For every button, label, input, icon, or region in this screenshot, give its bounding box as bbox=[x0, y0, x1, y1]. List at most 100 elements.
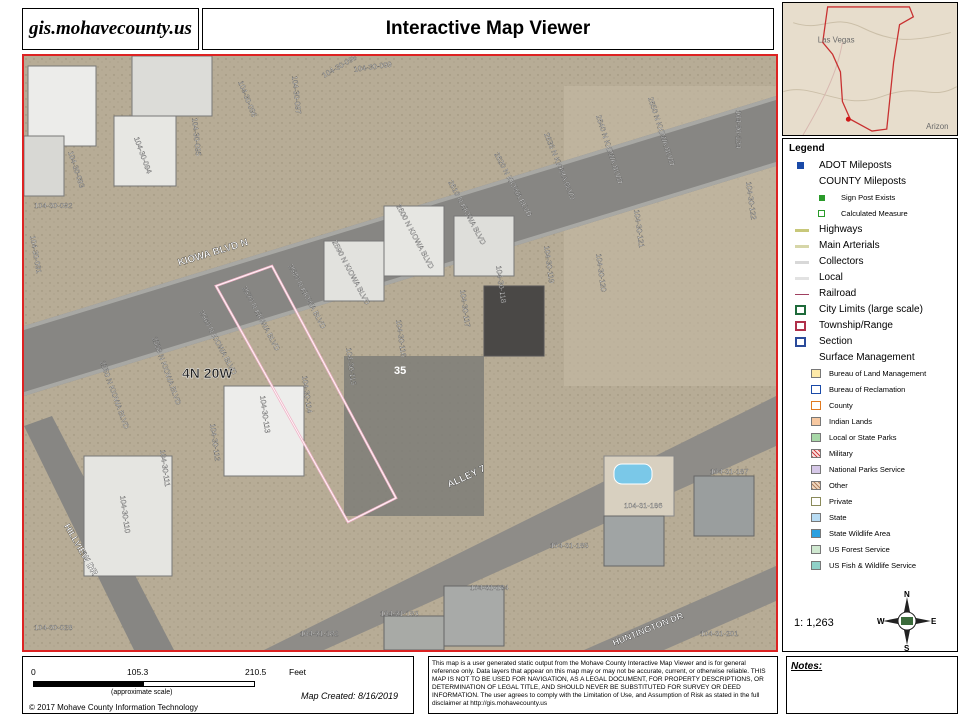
legend-items: ADOT Mileposts COUNTY Mileposts Sign Post … bbox=[789, 158, 951, 366]
legend-surface-item: Indian Lands bbox=[789, 414, 951, 430]
legend-surface-label: County bbox=[829, 401, 853, 410]
legend-item-label: Calculated Measure bbox=[841, 209, 908, 218]
boundary-swatch-icon bbox=[795, 305, 806, 315]
legend-surface-label: National Parks Service bbox=[829, 465, 905, 474]
surface-swatch-icon bbox=[811, 401, 821, 410]
legend-surface-item: Local or State Parks bbox=[789, 430, 951, 446]
legend-panel: Legend ADOT Mileposts COUNTY Mileposts Sig… bbox=[782, 138, 958, 652]
legend-item-label: COUNTY Mileposts bbox=[819, 176, 907, 187]
surface-swatch-icon bbox=[811, 449, 821, 458]
line-swatch-icon bbox=[795, 245, 809, 248]
parcel-label: 104-31-184 bbox=[470, 583, 508, 592]
legend-surface-label: US Forest Service bbox=[829, 545, 890, 554]
surface-swatch-icon bbox=[811, 545, 821, 554]
legend-surface-label: Military bbox=[829, 449, 853, 458]
scale-bar bbox=[33, 681, 255, 687]
scale-tick-0: 0 bbox=[31, 667, 36, 677]
scale-bar-panel: 0 105.3 210.5 Feet (approximate scale) M… bbox=[22, 656, 414, 714]
legend-item: City Limits (large scale) bbox=[789, 302, 951, 318]
legend-surface-item: County bbox=[789, 398, 951, 414]
map-canvas[interactable]: KIOWA BLVD N ALLEY 7 HILLVIEW DR HUNTING… bbox=[22, 54, 778, 652]
legend-surface-label: State bbox=[829, 513, 847, 522]
parcel-label: 104-31-201 bbox=[700, 629, 738, 638]
legend-item: Local bbox=[789, 270, 951, 286]
scale-tick-end: 210.5 bbox=[245, 667, 267, 677]
surface-swatch-icon bbox=[811, 481, 821, 490]
surface-swatch-icon bbox=[811, 497, 821, 506]
legend-item-label: Local bbox=[819, 272, 843, 283]
legend-item-label: City Limits (large scale) bbox=[819, 304, 923, 315]
surface-swatch-icon bbox=[811, 385, 821, 394]
legend-surface-label: US Fish & Wildlife Service bbox=[829, 561, 917, 570]
legend-item-label: Highways bbox=[819, 224, 863, 235]
parcel-label: 104-30-124 bbox=[734, 110, 743, 148]
parcel-label: 104-31-187 bbox=[710, 467, 748, 476]
compass-w: W bbox=[877, 617, 885, 626]
legend-surface-item: Bureau of Land Management bbox=[789, 366, 951, 382]
legend-surface-item: Private bbox=[789, 494, 951, 510]
sign-post-icon bbox=[819, 195, 825, 201]
map-created-date: Map Created: 8/16/2019 bbox=[301, 691, 399, 701]
surface-swatch-icon bbox=[811, 369, 821, 378]
site-brand: gis.mohavecounty.us bbox=[22, 8, 199, 50]
legend-surface-item: Bureau of Reclamation bbox=[789, 382, 951, 398]
site-brand-text: gis.mohavecounty.us bbox=[29, 18, 192, 39]
surface-swatch-icon bbox=[811, 529, 821, 538]
section-label: 35 bbox=[394, 365, 406, 377]
compass-s: S bbox=[904, 644, 910, 651]
legend-surface-item: Other bbox=[789, 478, 951, 494]
legend-surface-item: US Forest Service bbox=[789, 542, 951, 558]
legend-surface-items: Bureau of Land Management Bureau of Recla… bbox=[789, 366, 951, 574]
milepost-square-icon bbox=[797, 162, 804, 169]
legend-item: Township/Range bbox=[789, 318, 951, 334]
page-title-box: Interactive Map Viewer bbox=[202, 8, 774, 50]
parcel-label: 104-31-183 bbox=[380, 609, 418, 618]
scale-unit: Feet bbox=[289, 667, 307, 677]
legend-item: Calculated Measure bbox=[789, 206, 951, 222]
legend-item: Sign Post Exists bbox=[789, 190, 951, 206]
legend-item: ADOT Mileposts bbox=[789, 158, 951, 174]
legend-surface-label: State Wildlife Area bbox=[829, 529, 891, 538]
legend-item-label: Sign Post Exists bbox=[841, 193, 896, 202]
surface-swatch-icon bbox=[811, 417, 821, 426]
legend-item-label: Section bbox=[819, 336, 853, 347]
legend-item: COUNTY Mileposts bbox=[789, 174, 951, 190]
legend-item-label: Collectors bbox=[819, 256, 864, 267]
legend-surface-item: National Parks Service bbox=[789, 462, 951, 478]
railroad-icon bbox=[795, 294, 809, 295]
scale-ratio: 1: 1,263 bbox=[794, 617, 834, 629]
legend-item: Surface Management bbox=[789, 350, 951, 366]
parcel-label: 104-30-028 bbox=[34, 623, 72, 632]
line-swatch-icon bbox=[795, 229, 809, 232]
surface-swatch-icon bbox=[811, 561, 821, 570]
legend-item: Collectors bbox=[789, 254, 951, 270]
line-swatch-icon bbox=[795, 261, 809, 264]
legend-surface-label: Other bbox=[829, 481, 848, 490]
legend-item-label: Surface Management bbox=[819, 352, 915, 363]
copyright-text: © 2017 Mohave County Information Technol… bbox=[29, 703, 198, 712]
calculated-measure-icon bbox=[818, 210, 825, 217]
scale-note: (approximate scale) bbox=[111, 689, 173, 696]
locator-map: Las Vegas Arizon bbox=[782, 2, 958, 136]
scale-tick-mid: 105.3 bbox=[127, 667, 149, 677]
locator-label-arizona: Arizon bbox=[926, 122, 948, 131]
line-swatch-icon bbox=[795, 277, 809, 280]
township-label: 4N 20W bbox=[182, 365, 233, 381]
legend-item-label: Main Arterials bbox=[819, 240, 880, 251]
legend-surface-item: State bbox=[789, 510, 951, 526]
disclaimer-text: This map is a user generated static outp… bbox=[428, 656, 778, 714]
page-title: Interactive Map Viewer bbox=[385, 18, 591, 39]
surface-swatch-icon bbox=[811, 433, 821, 442]
aerial-map[interactable]: KIOWA BLVD N ALLEY 7 HILLVIEW DR HUNTING… bbox=[24, 56, 776, 650]
compass-n: N bbox=[904, 591, 910, 599]
surface-swatch-icon bbox=[811, 465, 821, 474]
surface-swatch-icon bbox=[811, 513, 821, 522]
legend-surface-item: Military bbox=[789, 446, 951, 462]
legend-surface-label: Bureau of Land Management bbox=[829, 369, 927, 378]
boundary-swatch-icon bbox=[795, 337, 806, 347]
locator-label-las-vegas: Las Vegas bbox=[818, 35, 855, 44]
legend-item: Section bbox=[789, 334, 951, 350]
legend-item-label: Township/Range bbox=[819, 320, 893, 331]
parcel-label: 104-31-185 bbox=[550, 541, 588, 550]
locator-map-graphic: Las Vegas Arizon bbox=[783, 3, 957, 135]
